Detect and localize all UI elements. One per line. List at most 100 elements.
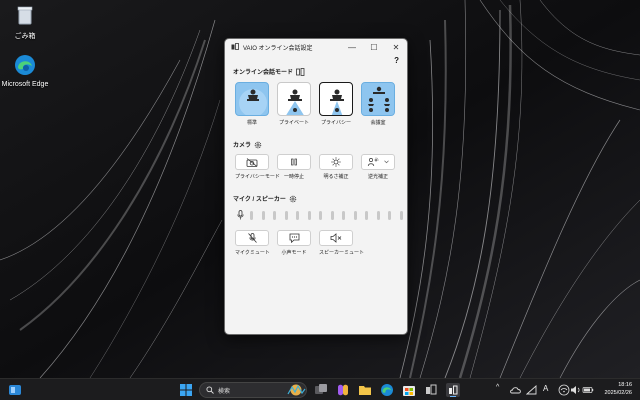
desktop-icon-label: Microsoft Edge [1, 81, 49, 88]
mic-mute-button[interactable]: マイクミュート [235, 230, 270, 256]
pause-button-face[interactable] [277, 154, 311, 170]
window-title: VAIO オンライン会話設定 [243, 45, 313, 52]
whisper-icon [289, 233, 299, 243]
button-label: 明るさ補正 [323, 174, 349, 180]
search-placeholder: 検索 [218, 388, 231, 395]
brightness-button[interactable]: 明るさ補正 [319, 154, 353, 180]
camera-off-icon [246, 157, 258, 167]
speaker-mute-button[interactable]: スピーカーミュート [319, 230, 365, 256]
mic-level-bar [319, 210, 322, 220]
mic-level-bar [376, 210, 380, 220]
mic-level-bar [388, 210, 391, 220]
section-title: カメラ [233, 143, 252, 149]
whisper-mode-button[interactable]: 小声モード [277, 230, 311, 256]
section-title: マイク / スピーカー [233, 197, 286, 203]
brightness-button-face[interactable] [319, 154, 353, 170]
backlight-icon [367, 157, 379, 167]
mic-level-bar [261, 210, 265, 220]
minimize-button[interactable]: — [341, 39, 363, 55]
speaker-mute-icon [330, 233, 342, 243]
search-highlight-icon [287, 384, 306, 396]
microphone-icon [237, 210, 244, 220]
mode-meeting-room[interactable]: 会議室 [361, 82, 395, 126]
network-icon[interactable] [526, 384, 538, 396]
file-explorer-icon[interactable] [358, 383, 372, 397]
camera-off-button-face[interactable] [235, 154, 269, 170]
task-view-icon[interactable] [314, 383, 328, 397]
mode-label: 標準 [246, 120, 257, 126]
brightness-icon [331, 157, 341, 167]
help-button[interactable]: ? [394, 56, 399, 65]
vaio-app-icon [231, 43, 239, 50]
mic-level-bar [353, 210, 357, 220]
button-label: スピーカーミュート [319, 250, 365, 256]
camera-settings-gear-icon[interactable] [254, 141, 262, 149]
mode-privacy[interactable]: プライバシー [319, 82, 353, 126]
clock[interactable]: 18:16 2025/02/26 [604, 381, 632, 397]
pause-button[interactable]: 一時停止 [277, 154, 311, 180]
mode-settings-icon[interactable] [296, 67, 305, 76]
privacy-mode-icon [330, 89, 344, 115]
mode-tile[interactable] [319, 82, 353, 116]
clock-date: 2025/02/26 [604, 390, 632, 396]
mic-level-bar [307, 210, 311, 220]
mic-level-bar [296, 210, 299, 220]
windows-start-icon[interactable] [179, 383, 193, 397]
section-camera: カメラ [233, 140, 262, 149]
mic-level-bar [284, 210, 288, 220]
vaio-app-taskbar-icon[interactable] [424, 383, 438, 397]
mic-level-bar [330, 210, 334, 220]
button-label: プライバシーモード [235, 174, 280, 180]
mode-tile[interactable] [235, 82, 269, 116]
microsoft-store-icon[interactable] [402, 383, 416, 397]
mode-tile[interactable] [361, 82, 395, 116]
mode-standard[interactable]: 標準 [235, 82, 269, 126]
button-label: 一時停止 [283, 174, 304, 180]
mic-level-bar [250, 210, 253, 220]
mic-level-bar [273, 210, 276, 220]
standard-mode-icon [239, 89, 267, 115]
mic-level-bar [342, 210, 345, 220]
close-button[interactable]: ✕ [385, 39, 407, 55]
backlight-button[interactable]: 逆光補正 [361, 154, 395, 180]
backlight-button-face[interactable] [361, 154, 395, 170]
mic-settings-gear-icon[interactable] [289, 195, 297, 203]
maximize-button[interactable]: ☐ [363, 39, 385, 55]
level-bars [250, 210, 407, 220]
copilot-icon[interactable] [336, 383, 350, 397]
battery-icon[interactable] [582, 384, 594, 396]
private-mode-icon [286, 89, 304, 115]
taskbar-search-box[interactable]: 検索 [199, 382, 307, 398]
button-label: 逆光補正 [367, 174, 388, 180]
mode-tile[interactable] [277, 82, 311, 116]
button-label: マイクミュート [235, 250, 270, 256]
chevron-down-icon[interactable] [384, 160, 389, 164]
wifi-icon[interactable] [558, 384, 570, 396]
speaker-mute-button-face[interactable] [319, 230, 353, 246]
show-hidden-icons-chevron-icon[interactable]: ^ [496, 384, 499, 391]
volume-icon[interactable] [570, 384, 582, 396]
widgets-icon[interactable] [8, 383, 22, 397]
edge-taskbar-icon[interactable] [380, 383, 394, 397]
taskbar: 検索 ^ A 18:16 2025/02/26 [0, 378, 640, 400]
desktop-icon-recycle-bin[interactable]: ごみ箱 [0, 4, 50, 41]
mic-level-meter [237, 210, 407, 220]
ime-indicator[interactable]: A [543, 384, 548, 393]
onedrive-icon[interactable] [510, 384, 522, 396]
meeting-room-mode-icon [362, 83, 394, 115]
whisper-button-face[interactable] [277, 230, 311, 246]
mode-private[interactable]: プライベート [277, 82, 311, 126]
title-bar[interactable]: VAIO オンライン会話設定 — ☐ ✕ [225, 39, 407, 55]
desktop-icon-edge[interactable]: Microsoft Edge [0, 54, 50, 88]
section-title: オンライン会話モード [233, 70, 294, 76]
button-label: 小声モード [281, 250, 307, 256]
desktop-icon-label: ごみ箱 [14, 33, 36, 40]
mode-label: 会議室 [370, 120, 386, 126]
vaio-settings-window: VAIO オンライン会話設定 — ☐ ✕ ? オンライン会話モード 標準 プライ… [224, 38, 408, 335]
section-mic-speaker: マイク / スピーカー [233, 194, 297, 203]
privacy-mode-button[interactable]: プライバシーモード [235, 154, 280, 180]
mic-mute-button-face[interactable] [235, 230, 269, 246]
mode-label: プライベート [278, 120, 309, 126]
vaio-settings-taskbar-icon[interactable] [446, 383, 460, 397]
section-online-mode: オンライン会話モード [233, 67, 305, 76]
